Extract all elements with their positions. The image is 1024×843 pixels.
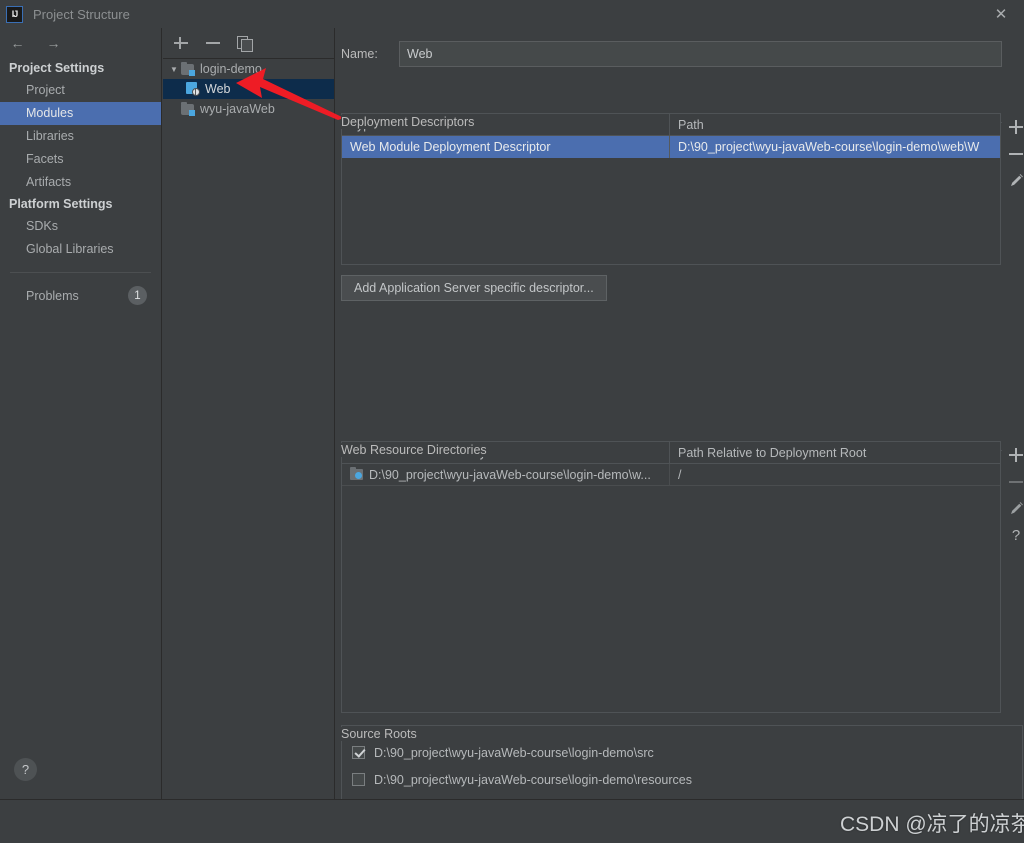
module-settings-panel: Name: Deployment Descriptors Type Path W…	[336, 28, 1024, 799]
problems-count-badge: 1	[128, 286, 147, 305]
column-header-path-relative[interactable]: Path Relative to Deployment Root	[669, 442, 1000, 463]
sidebar-item-modules[interactable]: Modules	[0, 102, 161, 125]
web-resource-directories-table: Web Resource Directory Path Relative to …	[341, 441, 1001, 713]
project-structure-dialog: IJ Project Structure ✕ ← → Project Setti…	[0, 0, 1024, 843]
title-bar: IJ Project Structure ✕	[0, 0, 1024, 28]
tree-node-label: wyu-javaWeb	[200, 102, 275, 116]
sidebar-item-artifacts[interactable]: Artifacts	[0, 171, 161, 194]
tree-node-label: Web	[205, 82, 230, 96]
sidebar-item-facets[interactable]: Facets	[0, 148, 161, 171]
help-icon[interactable]: ?	[14, 758, 37, 781]
back-arrow-icon[interactable]: ←	[9, 35, 26, 51]
column-header-path[interactable]: Path	[669, 114, 1000, 135]
sidebar-item-sdks[interactable]: SDKs	[0, 215, 161, 238]
tree-node-login-demo[interactable]: ▼ login-demo	[163, 59, 334, 79]
web-resource-help-icon[interactable]: ?	[1003, 522, 1024, 549]
web-directory-icon	[350, 469, 363, 480]
add-module-icon[interactable]	[173, 35, 189, 51]
web-resource-directories-toolbar: ?	[1003, 441, 1024, 549]
remove-web-resource-icon[interactable]	[1003, 468, 1024, 495]
list-item[interactable]: D:\90_project\wyu-javaWeb-course\login-d…	[342, 739, 1022, 766]
sidebar-group-platform-settings: Platform Settings	[0, 194, 161, 215]
module-name-label: Name:	[341, 47, 399, 61]
cell-type: Web Module Deployment Descriptor	[342, 136, 669, 158]
web-resource-directories-title: Web Resource Directories	[341, 443, 493, 457]
checkbox-checked-icon[interactable]	[352, 746, 365, 759]
forward-arrow-icon[interactable]: →	[45, 35, 62, 51]
sidebar-group-project-settings: Project Settings	[0, 58, 161, 79]
tree-node-label: login-demo	[200, 62, 262, 76]
copy-module-icon[interactable]	[237, 35, 253, 51]
module-tree-panel: ▼ login-demo Web wyu-javaWeb	[163, 28, 335, 799]
table-row[interactable]: D:\90_project\wyu-javaWeb-course\login-d…	[342, 464, 1000, 486]
module-name-row: Name:	[341, 40, 1002, 67]
web-facet-icon	[185, 82, 200, 96]
module-tree: ▼ login-demo Web wyu-javaWeb	[163, 58, 334, 799]
sidebar-divider	[10, 272, 151, 273]
tree-node-wyu-javaweb[interactable]: wyu-javaWeb	[163, 99, 334, 119]
dialog-footer: OK	[0, 800, 1024, 843]
chevron-down-icon[interactable]: ▼	[167, 65, 181, 74]
sidebar-item-global-libraries[interactable]: Global Libraries	[0, 238, 161, 261]
deployment-descriptors-toolbar	[1003, 113, 1024, 194]
edit-descriptor-icon[interactable]	[1003, 167, 1024, 194]
intellij-logo-text: IJ	[12, 9, 18, 19]
list-item[interactable]: D:\90_project\wyu-javaWeb-course\login-d…	[342, 766, 1022, 793]
cell-path: D:\90_project\wyu-javaWeb-course\login-d…	[669, 136, 1000, 158]
table-row[interactable]: Web Module Deployment Descriptor D:\90_p…	[342, 136, 1000, 158]
remove-module-icon[interactable]	[205, 35, 221, 51]
close-icon[interactable]: ✕	[978, 0, 1024, 28]
add-application-server-descriptor-button[interactable]: Add Application Server specific descript…	[341, 275, 607, 301]
module-folder-icon	[181, 103, 195, 116]
cell-text: D:\90_project\wyu-javaWeb-course\login-d…	[369, 468, 651, 482]
cell-relative-path: /	[669, 464, 1000, 485]
cell-web-resource-directory: D:\90_project\wyu-javaWeb-course\login-d…	[342, 464, 669, 485]
add-descriptor-icon[interactable]	[1003, 113, 1024, 140]
module-tree-toolbar	[163, 28, 334, 58]
sidebar-item-libraries[interactable]: Libraries	[0, 125, 161, 148]
sidebar-nav-arrows: ← →	[0, 28, 161, 58]
source-root-path: D:\90_project\wyu-javaWeb-course\login-d…	[374, 746, 654, 760]
add-web-resource-icon[interactable]	[1003, 441, 1024, 468]
edit-web-resource-icon[interactable]	[1003, 495, 1024, 522]
source-roots-title: Source Roots	[341, 727, 423, 741]
sidebar-item-problems[interactable]: Problems 1	[0, 284, 161, 307]
sidebar-item-project[interactable]: Project	[0, 79, 161, 102]
deployment-descriptors-table: Type Path Web Module Deployment Descript…	[341, 113, 1001, 265]
source-root-path: D:\90_project\wyu-javaWeb-course\login-d…	[374, 773, 692, 787]
checkbox-unchecked-icon[interactable]	[352, 773, 365, 786]
deployment-descriptors-title: Deployment Descriptors	[341, 115, 480, 129]
module-name-input[interactable]	[399, 41, 1002, 67]
remove-descriptor-icon[interactable]	[1003, 140, 1024, 167]
tree-node-web[interactable]: Web	[163, 79, 334, 99]
module-folder-icon	[181, 63, 195, 76]
settings-sidebar: ← → Project Settings Project Modules Lib…	[0, 28, 162, 799]
problems-label: Problems	[26, 289, 79, 303]
intellij-logo-icon: IJ	[6, 6, 23, 23]
window-title: Project Structure	[33, 7, 130, 22]
